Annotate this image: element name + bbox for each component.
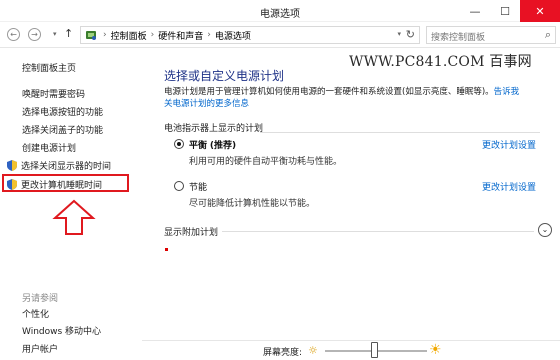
- learn-more-link[interactable]: 告诉我: [494, 87, 520, 97]
- shield-icon: [7, 160, 17, 171]
- plan-balanced-desc: 利用可用的硬件自动平衡功耗与性能。: [189, 157, 343, 167]
- breadcrumb[interactable]: › 控制面板 › 硬件和声音 › 电源选项 ▾ ↻: [80, 26, 420, 44]
- minimize-button[interactable]: —: [460, 0, 490, 22]
- search-icon[interactable]: ⌕: [545, 28, 551, 42]
- recent-locations-dropdown[interactable]: ▾: [53, 30, 57, 38]
- sidebar-item-create-plan[interactable]: 创建电源计划: [22, 141, 76, 154]
- sidebar-item-lid[interactable]: 选择关闭盖子的功能: [22, 123, 103, 136]
- sep-icon: ›: [103, 30, 107, 40]
- section-divider: [222, 231, 534, 232]
- sidebar-item-wake-password[interactable]: 唤醒时需要密码: [22, 87, 85, 100]
- sidebar: 控制面板主页 唤醒时需要密码 选择电源按钮的功能 选择关闭盖子的功能 创建电源计…: [0, 48, 142, 360]
- see-also-title: 另请参阅: [22, 294, 59, 304]
- section-divider: [260, 132, 540, 133]
- additional-plans-label: 显示附加计划: [164, 228, 219, 238]
- page-description: 电源计划是用于管理计算机如何使用电源的一套硬件和系统设置(如显示亮度、睡眠等)。…: [164, 86, 539, 110]
- sidebar-item-power-button[interactable]: 选择电源按钮的功能: [22, 105, 103, 118]
- crumb-power-options[interactable]: 电源选项: [215, 29, 251, 42]
- brightness-slider-thumb[interactable]: [370, 342, 378, 358]
- back-button[interactable]: ←: [7, 28, 20, 41]
- maximize-button[interactable]: ☐: [490, 0, 520, 22]
- address-dropdown-icon[interactable]: ▾: [397, 30, 401, 38]
- expand-additional-icon[interactable]: ⌄: [538, 223, 552, 237]
- plan-balanced-tag: (推荐): [209, 141, 237, 151]
- close-button[interactable]: ✕: [520, 0, 560, 22]
- control-panel-icon: [86, 31, 96, 40]
- description-text: 电源计划是用于管理计算机如何使用电源的一套硬件和系统设置(如显示亮度、睡眠等)。: [164, 87, 494, 97]
- sun-dim-icon: ☼: [308, 344, 318, 357]
- title-bar: 电源选项 — ☐ ✕: [0, 0, 560, 22]
- learn-more-link-cont[interactable]: 关电源计划的更多信息: [164, 99, 249, 109]
- sep-icon: ›: [150, 30, 155, 40]
- sep-icon: ›: [207, 30, 211, 40]
- highlight-box: [2, 174, 129, 192]
- battery-section-label: 电池指示器上显示的计划: [164, 124, 264, 134]
- sidebar-item-personalization[interactable]: 个性化: [22, 307, 49, 320]
- change-plan-settings-saver[interactable]: 更改计划设置: [482, 180, 536, 193]
- plan-power-saver-name[interactable]: 节能: [189, 180, 207, 193]
- window-controls: — ☐ ✕: [460, 0, 560, 22]
- plan-power-saver-desc: 尽可能降低计算机性能以节能。: [189, 199, 316, 209]
- brightness-label: 屏幕亮度:: [263, 348, 303, 358]
- search-input[interactable]: 搜索控制面板 ⌕: [426, 26, 556, 44]
- plan-balanced-name[interactable]: 平衡 (推荐): [189, 138, 236, 151]
- address-bar: ← → ▾ ↑ › 控制面板 › 硬件和声音 › 电源选项 ▾ ↻ 搜索控制面板…: [0, 22, 560, 48]
- forward-button[interactable]: →: [28, 28, 41, 41]
- refresh-icon[interactable]: ↻: [406, 28, 415, 41]
- main-content: 选择或自定义电源计划 电源计划是用于管理计算机如何使用电源的一套硬件和系统设置(…: [142, 48, 560, 340]
- plan-balanced-title: 平衡: [189, 141, 208, 151]
- sidebar-item-user-accounts[interactable]: 用户帐户: [22, 342, 58, 355]
- page-title: 选择或自定义电源计划: [164, 69, 285, 83]
- sun-bright-icon: ☀: [429, 342, 442, 358]
- arrow-up-icon: [52, 199, 96, 235]
- marker-dot: [165, 248, 168, 251]
- up-button[interactable]: ↑: [64, 27, 73, 40]
- crumb-hardware-sound[interactable]: 硬件和声音: [158, 29, 203, 42]
- crumb-control-panel[interactable]: 控制面板: [111, 29, 147, 42]
- plan-power-saver-radio[interactable]: [174, 181, 184, 191]
- brightness-bar: 屏幕亮度: ☼ ☀: [142, 340, 560, 360]
- sidebar-item-home[interactable]: 控制面板主页: [22, 61, 76, 74]
- change-plan-settings-balanced[interactable]: 更改计划设置: [482, 138, 536, 151]
- search-placeholder: 搜索控制面板: [431, 33, 486, 43]
- sidebar-item-mobility-center[interactable]: Windows 移动中心: [22, 324, 101, 337]
- sidebar-item-display-off[interactable]: 选择关闭显示器的时间: [7, 159, 111, 172]
- plan-balanced-radio[interactable]: [174, 139, 184, 149]
- sidebar-item-label: 选择关闭显示器的时间: [21, 162, 112, 172]
